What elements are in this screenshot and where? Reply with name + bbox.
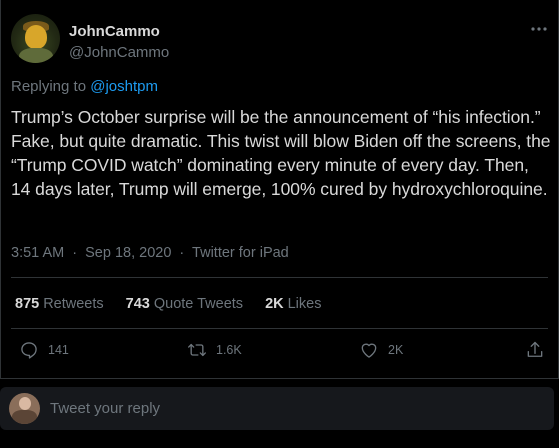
retweet-count: 1.6K	[216, 343, 242, 357]
user-avatar-face	[19, 397, 31, 410]
more-dots-graphic	[531, 27, 547, 31]
reply-icon	[21, 342, 37, 359]
tweet-source[interactable]: Twitter for iPad	[192, 245, 289, 261]
tweet-time[interactable]: 3:51 AM	[11, 245, 64, 261]
likes-stat[interactable]: 2K Likes	[265, 296, 321, 312]
reply-composer[interactable]: Tweet your reply	[0, 387, 554, 430]
replying-to: Replying to @joshtpm	[11, 78, 158, 95]
action-bar: 141 1.6K 2K	[1, 340, 558, 368]
quote-tweets-stat[interactable]: 743 Quote Tweets	[126, 296, 243, 312]
tweet-card: JohnCammo @JohnCammo Replying to @joshtp…	[0, 0, 559, 379]
reply-button[interactable]: 141	[19, 340, 69, 360]
author-display-name[interactable]: JohnCammo	[69, 23, 160, 40]
replying-prefix: Replying to	[11, 78, 87, 95]
retweets-stat[interactable]: 875 Retweets	[15, 296, 104, 312]
more-horizontal-icon[interactable]	[529, 24, 549, 34]
retweet-button[interactable]: 1.6K	[187, 340, 242, 360]
share-button[interactable]	[525, 340, 545, 360]
avatar-face	[25, 25, 47, 49]
quote-tweets-count: 743	[125, 296, 150, 312]
likes-label: Likes	[287, 296, 322, 312]
meta-separator: ·	[72, 245, 78, 261]
replying-mention-link[interactable]: @joshtpm	[90, 78, 158, 95]
divider-bottom	[11, 328, 548, 329]
retweet-icon	[188, 343, 206, 357]
retweets-label: Retweets	[43, 296, 104, 312]
quote-tweets-label: Quote Tweets	[153, 296, 244, 312]
user-avatar	[9, 393, 40, 424]
divider-top	[11, 277, 548, 278]
share-icon	[527, 341, 543, 357]
meta-separator: ·	[179, 245, 185, 261]
tweet-text: Trump’s October surprise will be the ann…	[11, 107, 551, 199]
heart-icon	[361, 343, 377, 358]
tweet-stats: 875 Retweets 743 Quote Tweets 2K Likes	[15, 296, 321, 312]
author-handle[interactable]: @JohnCammo	[69, 44, 169, 61]
reply-count: 141	[48, 343, 69, 357]
like-button[interactable]: 2K	[359, 340, 403, 360]
reply-input[interactable]: Tweet your reply	[50, 400, 160, 417]
like-count: 2K	[388, 343, 404, 357]
likes-count: 2K	[265, 296, 284, 312]
avatar-body	[19, 48, 53, 63]
user-avatar-body	[12, 410, 37, 424]
retweets-count: 875	[15, 296, 40, 312]
author-avatar[interactable]	[11, 14, 60, 63]
tweet-meta: 3:51 AM · Sep 18, 2020 · Twitter for iPa…	[11, 245, 289, 261]
tweet-date[interactable]: Sep 18, 2020	[85, 245, 171, 261]
